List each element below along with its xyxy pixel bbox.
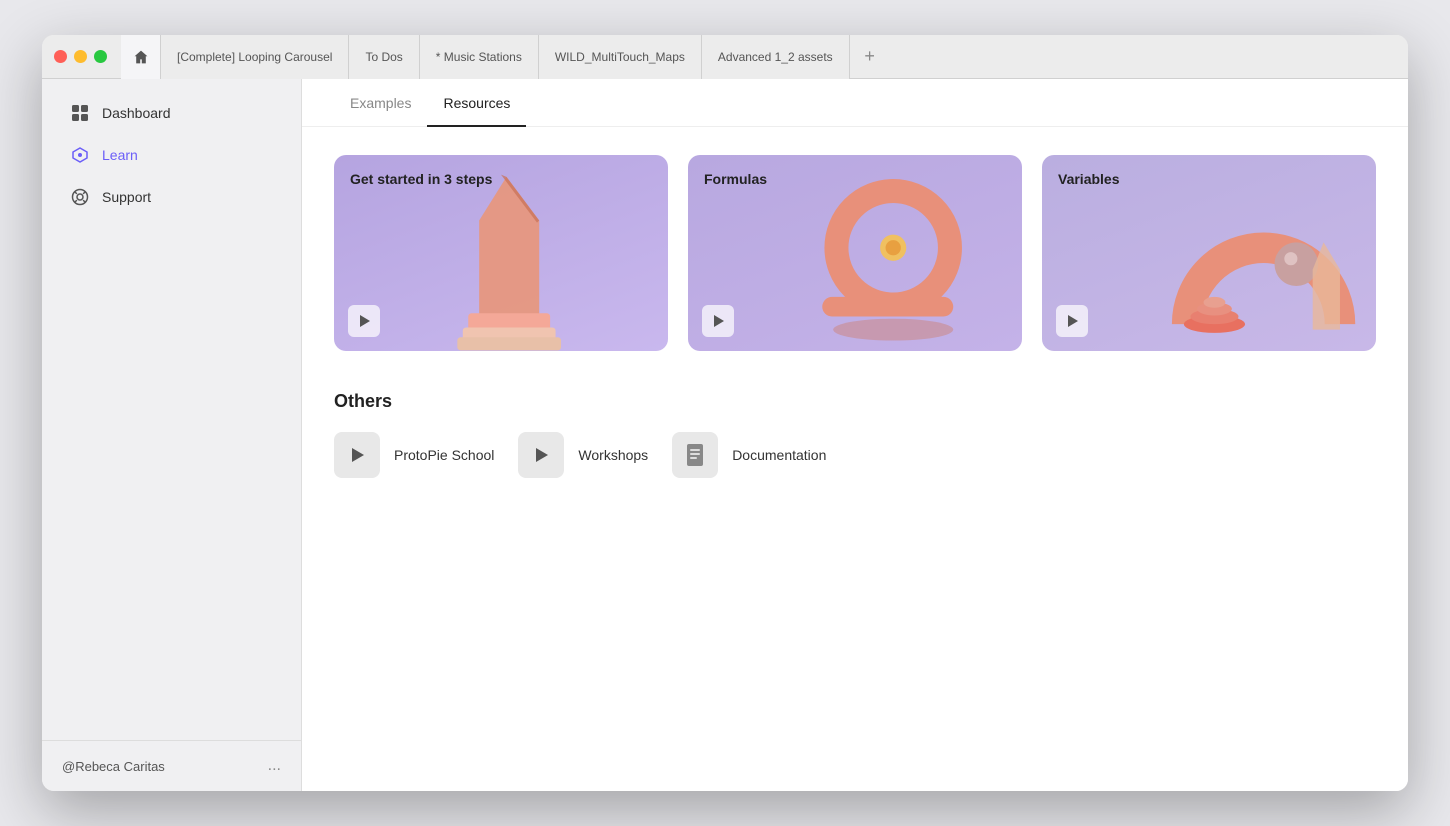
content-tabs: Examples Resources bbox=[302, 79, 1408, 127]
card3-label: Variables bbox=[1058, 171, 1120, 187]
others-title: Others bbox=[334, 391, 1376, 412]
home-tab[interactable] bbox=[121, 35, 161, 79]
support-icon bbox=[70, 187, 90, 207]
window-controls bbox=[54, 50, 107, 63]
tab-music-stations[interactable]: * Music Stations bbox=[420, 35, 539, 79]
main-layout: Dashboard Learn bbox=[42, 79, 1408, 791]
card-formulas[interactable]: Formulas bbox=[688, 155, 1022, 351]
tab-resources[interactable]: Resources bbox=[427, 79, 526, 127]
card1-play-button[interactable] bbox=[348, 305, 380, 337]
tab-examples[interactable]: Examples bbox=[334, 79, 427, 127]
play-icon-2 bbox=[536, 448, 548, 462]
user-name: @Rebeca Caritas bbox=[62, 759, 165, 774]
grid-icon bbox=[70, 103, 90, 123]
workshops-icon bbox=[518, 432, 564, 478]
cards-grid: Get started in 3 steps bbox=[302, 155, 1408, 351]
sidebar-footer: @Rebeca Caritas ... bbox=[42, 740, 301, 791]
sidebar: Dashboard Learn bbox=[42, 79, 302, 791]
others-section: Others ProtoPie School Worksho bbox=[302, 391, 1408, 478]
card3-play-button[interactable] bbox=[1056, 305, 1088, 337]
card-get-started[interactable]: Get started in 3 steps bbox=[334, 155, 668, 351]
card-variables[interactable]: Variables bbox=[1042, 155, 1376, 351]
home-icon bbox=[133, 49, 149, 65]
tab-advanced-assets[interactable]: Advanced 1_2 assets bbox=[702, 35, 850, 79]
doc-icon bbox=[685, 444, 705, 466]
tab-wild-multitouch[interactable]: WILD_MultiTouch_Maps bbox=[539, 35, 702, 79]
sidebar-item-support[interactable]: Support bbox=[50, 177, 293, 217]
add-tab-button[interactable]: + bbox=[854, 35, 886, 79]
sidebar-item-dashboard[interactable]: Dashboard bbox=[50, 93, 293, 133]
sidebar-item-learn[interactable]: Learn bbox=[50, 135, 293, 175]
other-item-documentation[interactable]: Documentation bbox=[672, 432, 826, 478]
workshops-label: Workshops bbox=[578, 447, 648, 463]
documentation-label: Documentation bbox=[732, 447, 826, 463]
other-item-workshops[interactable]: Workshops bbox=[518, 432, 648, 478]
tab-to-dos[interactable]: To Dos bbox=[349, 35, 419, 79]
tab-complete-looping[interactable]: [Complete] Looping Carousel bbox=[161, 35, 349, 79]
app-window: [Complete] Looping Carousel To Dos * Mus… bbox=[42, 35, 1408, 791]
others-grid: ProtoPie School Workshops bbox=[334, 432, 1376, 478]
other-item-protopie-school[interactable]: ProtoPie School bbox=[334, 432, 494, 478]
maximize-button[interactable] bbox=[94, 50, 107, 63]
titlebar: [Complete] Looping Carousel To Dos * Mus… bbox=[42, 35, 1408, 79]
play-triangle-icon bbox=[360, 315, 370, 327]
sidebar-nav: Dashboard Learn bbox=[42, 79, 301, 740]
close-button[interactable] bbox=[54, 50, 67, 63]
protopie-school-icon bbox=[334, 432, 380, 478]
card2-play-button[interactable] bbox=[702, 305, 734, 337]
content-area: Examples Resources bbox=[302, 79, 1408, 791]
card1-label: Get started in 3 steps bbox=[350, 171, 492, 187]
play-triangle-icon-2 bbox=[714, 315, 724, 327]
play-triangle-icon-3 bbox=[1068, 315, 1078, 327]
more-button[interactable]: ... bbox=[268, 757, 281, 775]
minimize-button[interactable] bbox=[74, 50, 87, 63]
protopie-school-label: ProtoPie School bbox=[394, 447, 494, 463]
documentation-icon bbox=[672, 432, 718, 478]
card2-label: Formulas bbox=[704, 171, 767, 187]
learn-icon bbox=[70, 145, 90, 165]
play-icon bbox=[352, 448, 364, 462]
tabs-bar: [Complete] Looping Carousel To Dos * Mus… bbox=[161, 35, 1396, 78]
